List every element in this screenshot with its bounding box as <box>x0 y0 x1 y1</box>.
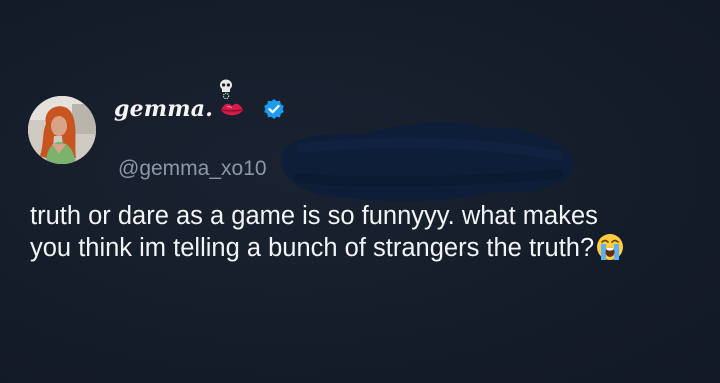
profile-photo-icon <box>28 96 96 164</box>
lips-icon <box>219 98 245 120</box>
tweet-text: truth or dare as a game is so funnyyy. w… <box>30 200 710 264</box>
skull-icon <box>218 79 234 100</box>
avatar[interactable] <box>28 96 96 164</box>
tweet-line-2-text: you think im telling a bunch of stranger… <box>30 234 595 262</box>
verified-badge-icon[interactable] <box>263 98 285 120</box>
handle[interactable]: @gemma_xo10 <box>118 157 267 181</box>
display-name[interactable]: gemma. <box>114 96 213 122</box>
redaction-mark <box>281 122 575 202</box>
tweet-screenshot: gemma. @gemma_xo10 truth or dare as a ga… <box>0 0 720 383</box>
name-row[interactable]: gemma. <box>114 92 285 126</box>
loudly-crying-face-icon <box>595 232 625 262</box>
tweet-line-2: you think im telling a bunch of stranger… <box>30 232 710 264</box>
tweet-line-1: truth or dare as a game is so funnyyy. w… <box>30 202 598 230</box>
